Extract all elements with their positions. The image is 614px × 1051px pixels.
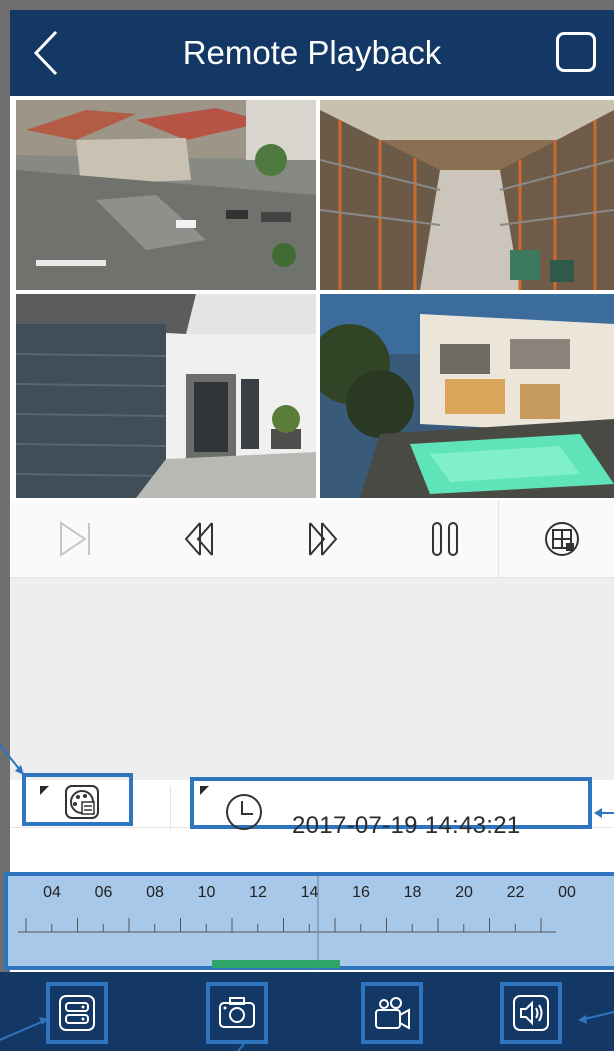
- annotation-pointers: [0, 744, 614, 1051]
